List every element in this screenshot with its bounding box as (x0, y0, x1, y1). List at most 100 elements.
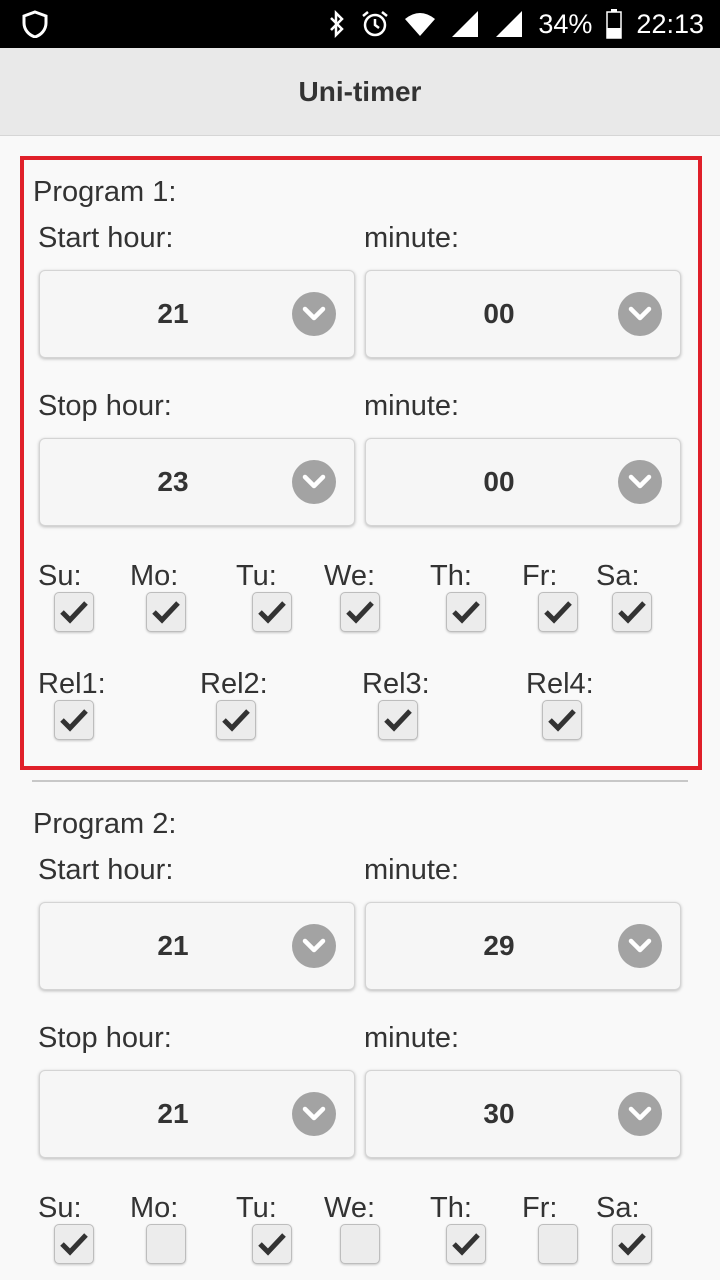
program-title: Program 2: (33, 808, 177, 840)
stop-hour-select[interactable]: 21 (39, 1070, 355, 1158)
battery-percent: 34% (538, 8, 593, 39)
clock: 22:13 (636, 8, 704, 39)
start-hour-value: 21 (157, 298, 189, 329)
checkmark-icon (544, 601, 572, 624)
stop-minute-label: minute: (364, 390, 460, 422)
day-label-tu: Tu: (236, 1192, 277, 1224)
day-label-fr: Fr: (522, 560, 558, 592)
checkbox-fr[interactable] (538, 592, 578, 632)
chevron-down-icon (292, 1092, 336, 1136)
day-label-we: We: (324, 1192, 376, 1224)
day-label-we: We: (324, 560, 376, 592)
checkbox-fr[interactable] (538, 1224, 578, 1264)
checkmark-icon (548, 709, 576, 732)
battery-icon (606, 9, 623, 39)
checkbox-sa[interactable] (612, 592, 652, 632)
checkmark-icon (60, 1233, 88, 1256)
day-label-su: Su: (38, 1192, 82, 1224)
app-bar: Uni-timer (0, 48, 720, 136)
chevron-down-icon (292, 924, 336, 968)
checkbox-sa[interactable] (612, 1224, 652, 1264)
chevron-down-icon (292, 460, 336, 504)
stop-minute-value: 30 (483, 1098, 515, 1129)
day-label-th: Th: (430, 560, 472, 592)
relay-label-3: Rel3: (362, 668, 430, 700)
checkbox-we[interactable] (340, 592, 380, 632)
checkbox-rel1[interactable] (54, 700, 94, 740)
relay-label-1: Rel1: (38, 668, 106, 700)
day-label-tu: Tu: (236, 560, 277, 592)
program-2-panel: Program 2: Start hour: minute: 21 29 Sto… (20, 788, 702, 1280)
checkbox-su[interactable] (54, 1224, 94, 1264)
stop-minute-value: 00 (483, 466, 515, 497)
stop-hour-select[interactable]: 23 (39, 438, 355, 526)
chevron-down-icon (618, 460, 662, 504)
day-label-mo: Mo: (130, 560, 179, 592)
start-minute-value: 29 (483, 930, 515, 961)
day-label-sa: Sa: (596, 1192, 640, 1224)
stop-hour-label: Stop hour: (38, 390, 172, 422)
stop-hour-label: Stop hour: (38, 1022, 172, 1054)
checkmark-icon (452, 1233, 480, 1256)
checkbox-tu[interactable] (252, 1224, 292, 1264)
checkmark-icon (258, 1233, 286, 1256)
alarm-icon (360, 9, 390, 39)
checkbox-mo[interactable] (146, 592, 186, 632)
relay-label-4: Rel4: (526, 668, 594, 700)
stop-minute-select[interactable]: 30 (365, 1070, 681, 1158)
start-hour-value: 21 (157, 930, 189, 961)
checkmark-icon (222, 709, 250, 732)
checkbox-mo[interactable] (146, 1224, 186, 1264)
checkbox-rel3[interactable] (378, 700, 418, 740)
checkbox-tu[interactable] (252, 592, 292, 632)
checkbox-th[interactable] (446, 592, 486, 632)
start-hour-select[interactable]: 21 (39, 902, 355, 990)
chevron-down-icon (292, 292, 336, 336)
checkbox-rel4[interactable] (542, 700, 582, 740)
checkmark-icon (346, 601, 374, 624)
start-minute-select[interactable]: 00 (365, 270, 681, 358)
start-minute-select[interactable]: 29 (365, 902, 681, 990)
divider (32, 780, 688, 782)
checkbox-we[interactable] (340, 1224, 380, 1264)
relay-label-2: Rel2: (200, 668, 268, 700)
stop-minute-label: minute: (364, 1022, 460, 1054)
checkmark-icon (152, 601, 180, 624)
signal-icon-2 (494, 10, 524, 38)
checkmark-icon (60, 601, 88, 624)
checkmark-icon (452, 601, 480, 624)
day-label-sa: Sa: (596, 560, 640, 592)
wifi-icon (404, 11, 436, 37)
stop-hour-value: 23 (157, 466, 189, 497)
start-hour-label: Start hour: (38, 222, 174, 254)
page-title: Uni-timer (298, 75, 422, 107)
program-1-panel: Program 1: Start hour: minute: 21 00 Sto… (20, 156, 702, 770)
checkmark-icon (60, 709, 88, 732)
start-minute-label: minute: (364, 222, 460, 254)
status-bar: 34% 22:13 (0, 0, 720, 48)
checkmark-icon (618, 601, 646, 624)
checkbox-su[interactable] (54, 592, 94, 632)
day-label-mo: Mo: (130, 1192, 179, 1224)
chevron-down-icon (618, 1092, 662, 1136)
checkbox-th[interactable] (446, 1224, 486, 1264)
start-minute-label: minute: (364, 854, 460, 886)
start-hour-label: Start hour: (38, 854, 174, 886)
shield-icon (22, 10, 48, 43)
checkmark-icon (618, 1233, 646, 1256)
signal-icon (450, 10, 480, 38)
chevron-down-icon (618, 292, 662, 336)
checkmark-icon (258, 601, 286, 624)
start-minute-value: 00 (483, 298, 515, 329)
bluetooth-icon (328, 10, 346, 38)
day-label-th: Th: (430, 1192, 472, 1224)
chevron-down-icon (618, 924, 662, 968)
stop-minute-select[interactable]: 00 (365, 438, 681, 526)
checkbox-rel2[interactable] (216, 700, 256, 740)
start-hour-select[interactable]: 21 (39, 270, 355, 358)
stop-hour-value: 21 (157, 1098, 189, 1129)
program-title: Program 1: (33, 176, 177, 208)
day-label-fr: Fr: (522, 1192, 558, 1224)
checkmark-icon (384, 709, 412, 732)
day-label-su: Su: (38, 560, 82, 592)
